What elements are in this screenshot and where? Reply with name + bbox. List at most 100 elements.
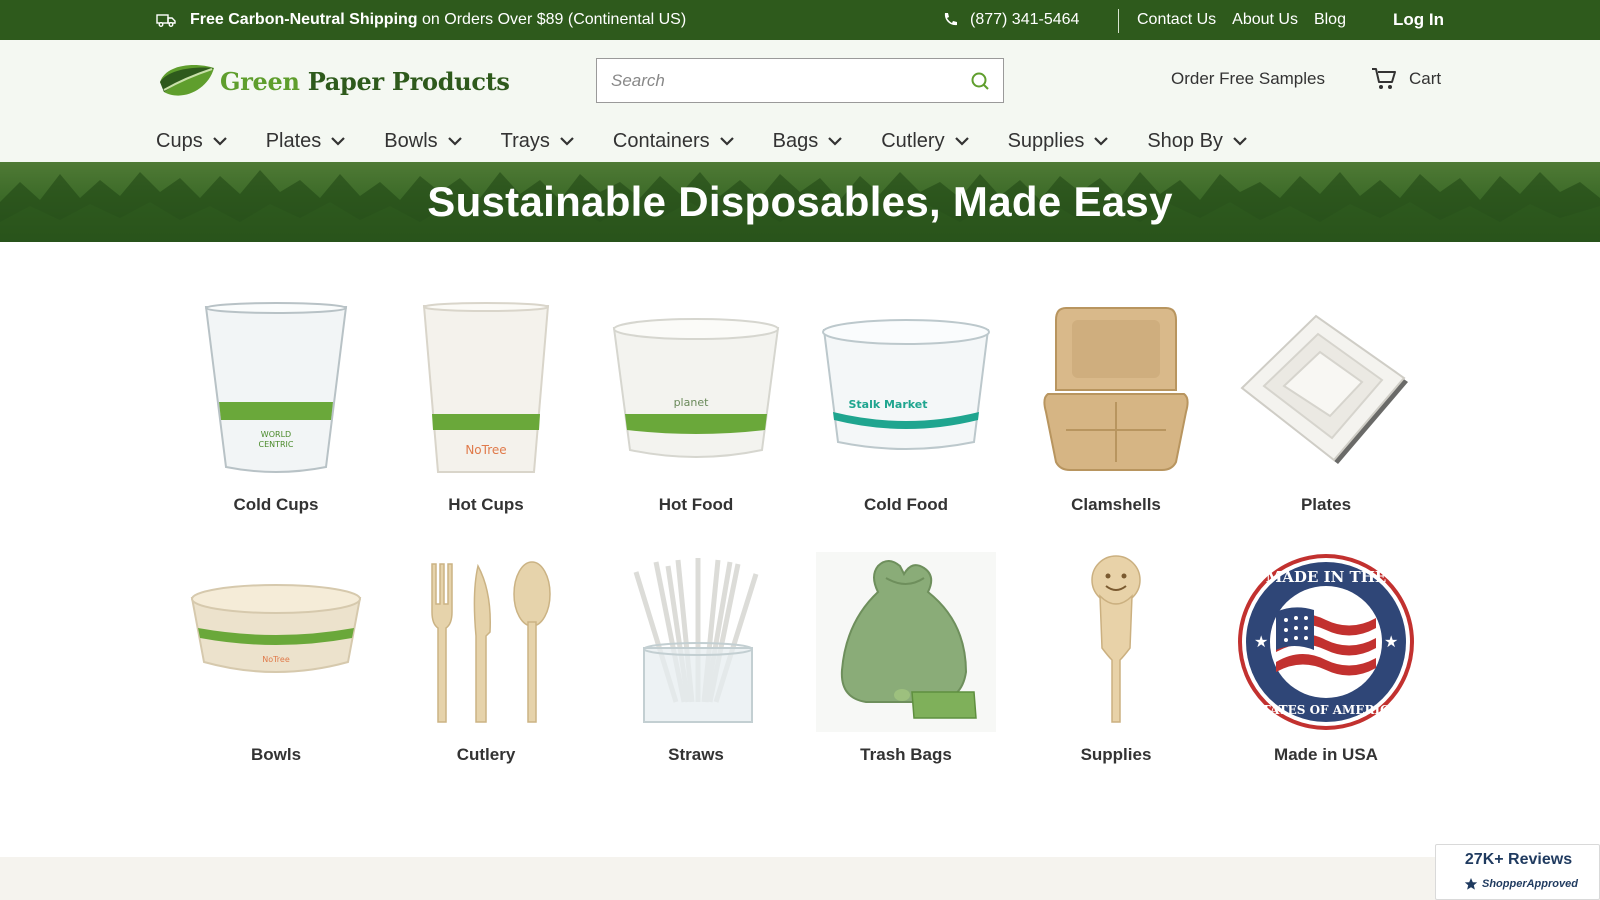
bowl-icon: NoTree bbox=[190, 584, 362, 673]
chevron-down-icon bbox=[828, 137, 843, 146]
deli-container-icon: Stalk Market bbox=[822, 319, 990, 450]
svg-text:★: ★ bbox=[1384, 632, 1398, 651]
straws-icon bbox=[633, 558, 759, 723]
svg-text:NoTree: NoTree bbox=[465, 443, 506, 457]
shipping-text: Free Carbon-Neutral Shipping on Orders O… bbox=[190, 11, 687, 28]
svg-text:CENTRIC: CENTRIC bbox=[258, 440, 293, 449]
nav-item-plates[interactable]: Plates bbox=[266, 130, 346, 153]
category-label: Hot Cups bbox=[448, 495, 524, 514]
category-label: Plates bbox=[1300, 495, 1352, 514]
top-announcement-bar: Free Carbon-Neutral Shipping on Orders O… bbox=[0, 0, 1600, 40]
phone-link[interactable]: (877) 341-5464 bbox=[942, 0, 1079, 40]
nav-item-cups[interactable]: Cups bbox=[156, 130, 227, 153]
svg-text:WORLD: WORLD bbox=[261, 430, 291, 439]
category-label: Bowls bbox=[250, 745, 302, 764]
login-link[interactable]: Log In bbox=[1393, 0, 1444, 40]
category-label: Clamshells bbox=[1071, 495, 1161, 514]
hero-banner: Sustainable Disposables, Made Easy bbox=[0, 162, 1600, 242]
phone-number: (877) 341-5464 bbox=[970, 11, 1080, 28]
clamshell-icon bbox=[1043, 307, 1189, 471]
order-free-samples-link[interactable]: Order Free Samples bbox=[1171, 58, 1325, 100]
shopper-approved-logo: ShopperApproved bbox=[1464, 877, 1578, 891]
category-hot-food[interactable]: planet Hot Food bbox=[601, 302, 791, 532]
category-made-in-usa[interactable]: MADE IN THE STATES OF AMERICA ★ ★ Made i… bbox=[1231, 552, 1421, 782]
main-nav: Cups Plates Bowls Trays Containers Bags … bbox=[156, 120, 1247, 162]
nav-label: Cutlery bbox=[881, 129, 945, 152]
svg-text:STATES OF AMERICA: STATES OF AMERICA bbox=[1253, 703, 1400, 717]
site-header: Green Paper Products Order Free Samples … bbox=[0, 40, 1600, 162]
food-container-icon: planet bbox=[612, 318, 780, 458]
footer-band bbox=[0, 857, 1600, 900]
cart-icon bbox=[1372, 68, 1396, 89]
nav-label: Containers bbox=[612, 129, 710, 152]
chevron-down-icon bbox=[560, 137, 574, 146]
nav-label: Shop By bbox=[1147, 129, 1223, 152]
svg-text:planet: planet bbox=[674, 396, 710, 409]
category-label: Hot Food bbox=[658, 495, 734, 514]
clear-cup-icon: WORLD CENTRIC bbox=[204, 302, 348, 473]
category-label: Trash Bags bbox=[860, 745, 952, 764]
chevron-down-icon bbox=[447, 137, 462, 146]
divider bbox=[1118, 9, 1119, 33]
hero-title: Sustainable Disposables, Made Easy bbox=[427, 178, 1173, 225]
paper-cup-icon: NoTree bbox=[422, 302, 550, 473]
search-icon[interactable] bbox=[969, 70, 991, 92]
search-box bbox=[596, 58, 1004, 103]
category-label: Made in USA bbox=[1274, 745, 1378, 764]
shipping-notice: Free Carbon-Neutral Shipping on Orders O… bbox=[156, 0, 686, 40]
cart-label: Cart bbox=[1409, 69, 1442, 88]
nav-label: Cups bbox=[156, 129, 203, 152]
category-straws[interactable]: Straws bbox=[601, 552, 791, 782]
category-cutlery[interactable]: Cutlery bbox=[391, 552, 581, 782]
category-label: Supplies bbox=[1080, 745, 1152, 764]
star-icon bbox=[1464, 878, 1478, 890]
about-us-link[interactable]: About Us bbox=[1232, 11, 1298, 29]
category-plates[interactable]: Plates bbox=[1231, 302, 1421, 532]
chevron-down-icon bbox=[719, 137, 734, 146]
brand-name: Green Paper Products bbox=[220, 66, 510, 96]
category-supplies[interactable]: Supplies bbox=[1021, 552, 1211, 782]
nav-item-cutlery[interactable]: Cutlery bbox=[881, 129, 969, 153]
nav-label: Supplies bbox=[1007, 129, 1085, 152]
chevron-down-icon bbox=[331, 137, 346, 146]
nav-item-bowls[interactable]: Bowls bbox=[384, 129, 462, 153]
site-logo[interactable]: Green Paper Products bbox=[156, 60, 510, 102]
category-clamshells[interactable]: Clamshells bbox=[1021, 302, 1211, 532]
nav-item-supplies[interactable]: Supplies bbox=[1008, 130, 1109, 153]
nav-item-containers[interactable]: Containers bbox=[613, 130, 734, 153]
category-cold-food[interactable]: Stalk Market Cold Food bbox=[811, 302, 1001, 532]
truck-icon bbox=[156, 14, 176, 27]
reviews-count: 27K+ Reviews bbox=[1464, 851, 1573, 868]
svg-text:NoTree: NoTree bbox=[262, 655, 290, 664]
category-trash-bags[interactable]: Trash Bags bbox=[811, 552, 1001, 782]
contact-us-link[interactable]: Contact Us bbox=[1137, 11, 1216, 29]
svg-text:MADE IN THE: MADE IN THE bbox=[1266, 568, 1387, 586]
nav-item-trays[interactable]: Trays bbox=[501, 130, 574, 153]
reviews-badge[interactable]: 27K+ Reviews ShopperApproved bbox=[1435, 844, 1600, 900]
blog-link[interactable]: Blog bbox=[1314, 11, 1346, 29]
nav-label: Bowls bbox=[384, 129, 438, 152]
phone-icon bbox=[944, 13, 957, 26]
made-in-usa-seal-icon: MADE IN THE STATES OF AMERICA ★ ★ bbox=[1238, 554, 1414, 730]
trash-bag-icon bbox=[816, 552, 996, 732]
nav-item-bags[interactable]: Bags bbox=[773, 130, 843, 153]
nav-item-shop-by[interactable]: Shop By bbox=[1147, 130, 1247, 153]
category-cold-cups[interactable]: WORLD CENTRIC Cold Cups bbox=[181, 302, 371, 532]
cutlery-icon bbox=[431, 561, 551, 723]
chevron-down-icon bbox=[212, 137, 227, 146]
nav-label: Trays bbox=[500, 129, 550, 152]
category-label: Cutlery bbox=[456, 745, 516, 764]
category-hot-cups[interactable]: NoTree Hot Cups bbox=[391, 302, 581, 532]
category-label: Cold Cups bbox=[233, 495, 319, 514]
plates-icon bbox=[1240, 314, 1408, 464]
utility-links: Contact Us About Us Blog bbox=[1137, 0, 1346, 40]
cart-link[interactable]: Cart bbox=[1371, 58, 1441, 100]
category-label: Straws bbox=[668, 745, 724, 764]
chevron-down-icon bbox=[954, 137, 969, 146]
search-input[interactable] bbox=[597, 59, 957, 102]
svg-text:Stalk Market: Stalk Market bbox=[848, 398, 927, 411]
wooden-spoon-icon bbox=[1091, 555, 1141, 723]
chevron-down-icon bbox=[1233, 137, 1247, 146]
svg-text:★: ★ bbox=[1254, 632, 1268, 651]
category-bowls[interactable]: NoTree Bowls bbox=[181, 552, 371, 782]
